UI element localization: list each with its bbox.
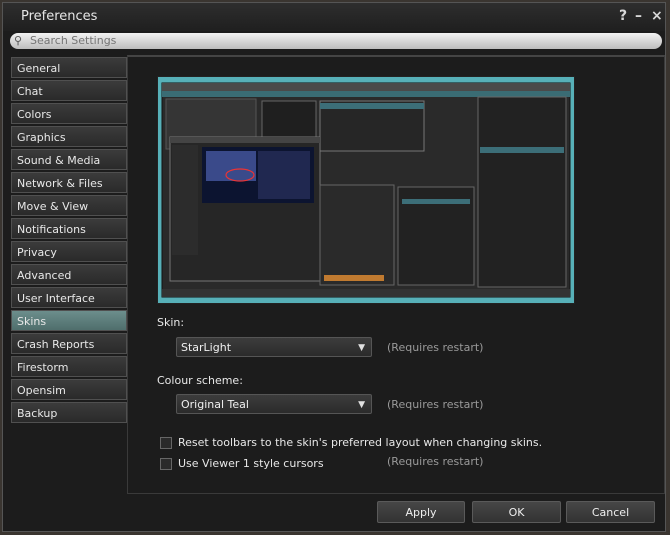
skin-label: Skin: [157, 316, 185, 329]
tab-user-interface[interactable]: User Interface [11, 287, 127, 308]
title-bar[interactable]: Preferences ? – × [3, 3, 665, 31]
help-icon[interactable]: ? [619, 8, 627, 24]
sidebar: General Chat Colors Graphics Sound & Med… [11, 57, 127, 425]
tab-firestorm[interactable]: Firestorm [11, 356, 127, 377]
chevron-down-icon: ▼ [358, 400, 365, 410]
tab-move-view[interactable]: Move & View [11, 195, 127, 216]
skin-select-value: StarLight [181, 341, 232, 354]
skin-preview-image [157, 76, 575, 304]
tab-privacy[interactable]: Privacy [11, 241, 127, 262]
colour-scheme-select-value: Original Teal [181, 398, 249, 411]
cancel-button[interactable]: Cancel [566, 501, 655, 523]
skin-preview-illustration [158, 77, 574, 303]
minimize-icon[interactable]: – [635, 8, 642, 24]
search-icon: ⚲ [14, 34, 23, 47]
viewer1-cursors-label: Use Viewer 1 style cursors [178, 457, 324, 470]
viewer1-cursors-row[interactable]: Use Viewer 1 style cursors [160, 457, 324, 470]
tab-advanced[interactable]: Advanced [11, 264, 127, 285]
tab-skins[interactable]: Skins [11, 310, 127, 331]
window-title: Preferences [21, 9, 98, 24]
tab-network-files[interactable]: Network & Files [11, 172, 127, 193]
search-input[interactable] [30, 34, 630, 47]
colour-scheme-restart-note: (Requires restart) [387, 398, 484, 411]
tab-colors[interactable]: Colors [11, 103, 127, 124]
colour-scheme-select[interactable]: Original Teal ▼ [176, 394, 372, 414]
colour-scheme-label: Colour scheme: [157, 374, 243, 387]
tab-chat[interactable]: Chat [11, 80, 127, 101]
tab-backup[interactable]: Backup [11, 402, 127, 423]
preferences-window: Preferences ? – × ⚲ General Chat Colors … [2, 2, 666, 532]
skin-select[interactable]: StarLight ▼ [176, 337, 372, 357]
tab-opensim[interactable]: Opensim [11, 379, 127, 400]
ok-button[interactable]: OK [472, 501, 561, 523]
search-bar: ⚲ [10, 33, 662, 49]
close-icon[interactable]: × [651, 8, 663, 24]
skin-restart-note: (Requires restart) [387, 341, 484, 354]
viewer1-cursors-restart-note: (Requires restart) [387, 455, 484, 468]
tab-sound-media[interactable]: Sound & Media [11, 149, 127, 170]
reset-toolbars-checkbox[interactable] [160, 437, 172, 449]
viewer1-cursors-checkbox[interactable] [160, 458, 172, 470]
apply-button[interactable]: Apply [377, 501, 465, 523]
chevron-down-icon: ▼ [358, 343, 365, 353]
tab-crash-reports[interactable]: Crash Reports [11, 333, 127, 354]
reset-toolbars-row[interactable]: Reset toolbars to the skin's preferred l… [160, 436, 542, 449]
tab-notifications[interactable]: Notifications [11, 218, 127, 239]
tab-general[interactable]: General [11, 57, 127, 78]
tab-graphics[interactable]: Graphics [11, 126, 127, 147]
reset-toolbars-label: Reset toolbars to the skin's preferred l… [178, 436, 543, 449]
skins-panel: Skin: StarLight ▼ (Requires restart) Col… [127, 55, 665, 494]
